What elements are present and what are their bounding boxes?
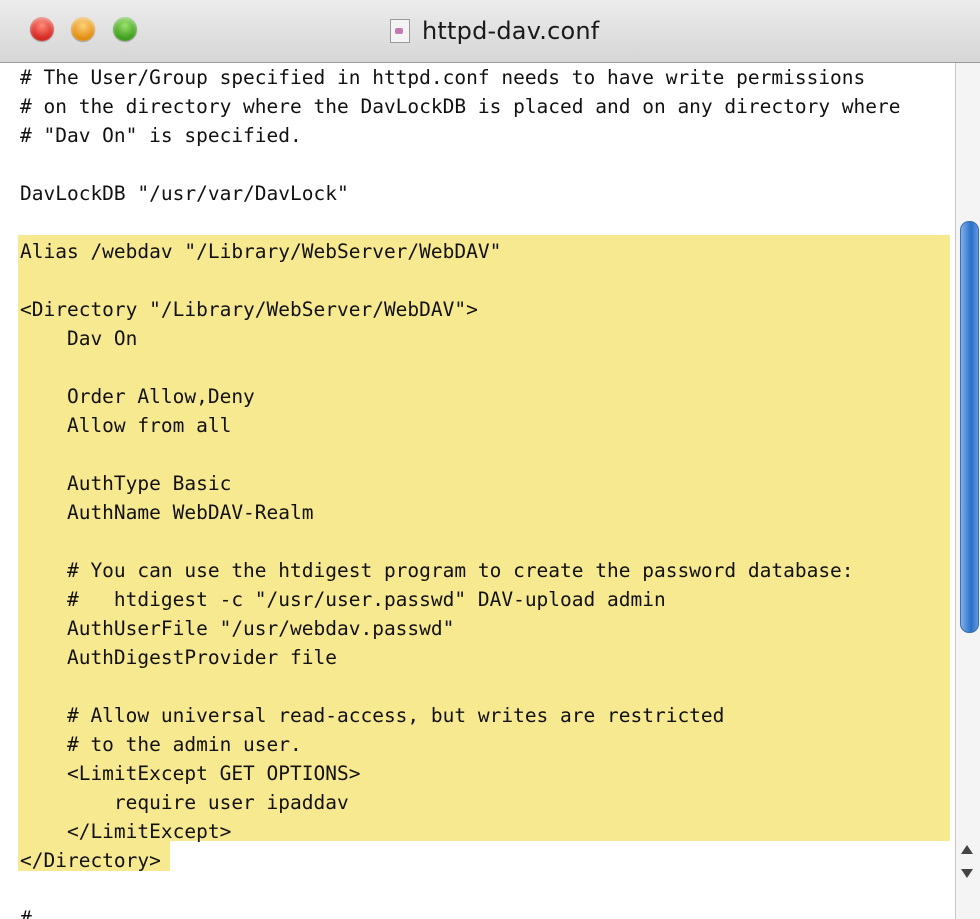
vertical-scrollbar[interactable] xyxy=(955,63,980,919)
zoom-button[interactable] xyxy=(113,17,137,41)
code-line: AuthUserFile "/usr/webdav.passwd" xyxy=(20,617,455,640)
window-title-text: httpd-dav.conf xyxy=(422,17,600,45)
code-line: AuthDigestProvider file xyxy=(20,646,337,669)
code-line: Allow from all xyxy=(20,414,232,437)
code-line: # xyxy=(20,907,32,919)
close-button[interactable] xyxy=(30,17,54,41)
code-line: AuthName WebDAV-Realm xyxy=(20,501,314,524)
code-line: # You can use the htdigest program to cr… xyxy=(20,559,854,582)
code-line: # Allow universal read-access, but write… xyxy=(20,704,725,727)
code-line: # to the admin user. xyxy=(20,733,302,756)
code-line: # "Dav On" is specified. xyxy=(20,124,302,147)
code-line: # The User/Group specified in httpd.conf… xyxy=(20,66,866,89)
code-line: # htdigest -c "/usr/user.passwd" DAV-upl… xyxy=(20,588,666,611)
code-line: </LimitExcept> xyxy=(20,820,232,843)
window-title: httpd-dav.conf xyxy=(390,16,599,46)
code-line: Order Allow,Deny xyxy=(20,385,255,408)
scroll-up-arrow-icon[interactable] xyxy=(961,845,973,854)
code-line: Dav On xyxy=(20,327,138,350)
scroll-down-arrow-icon[interactable] xyxy=(961,869,973,878)
code-line: <Directory "/Library/WebServer/WebDAV"> xyxy=(20,298,478,321)
code-line: <LimitExcept GET OPTIONS> xyxy=(20,762,361,785)
code-content[interactable]: # The User/Group specified in httpd.conf… xyxy=(20,63,901,919)
document-icon xyxy=(390,19,410,43)
scrollbar-thumb[interactable] xyxy=(960,221,979,633)
code-line: </Directory> xyxy=(20,849,161,872)
text-editor-window: httpd-dav.conf # The User/Group specifie… xyxy=(0,0,980,919)
code-line: # on the directory where the DavLockDB i… xyxy=(20,95,901,118)
minimize-button[interactable] xyxy=(71,17,95,41)
code-line: require user ipaddav xyxy=(20,791,349,814)
code-line: Alias /webdav "/Library/WebServer/WebDAV… xyxy=(20,240,502,263)
title-bar[interactable]: httpd-dav.conf xyxy=(0,0,980,63)
code-line: DavLockDB "/usr/var/DavLock" xyxy=(20,182,349,205)
text-editor[interactable]: # The User/Group specified in httpd.conf… xyxy=(0,63,955,919)
code-line: AuthType Basic xyxy=(20,472,232,495)
